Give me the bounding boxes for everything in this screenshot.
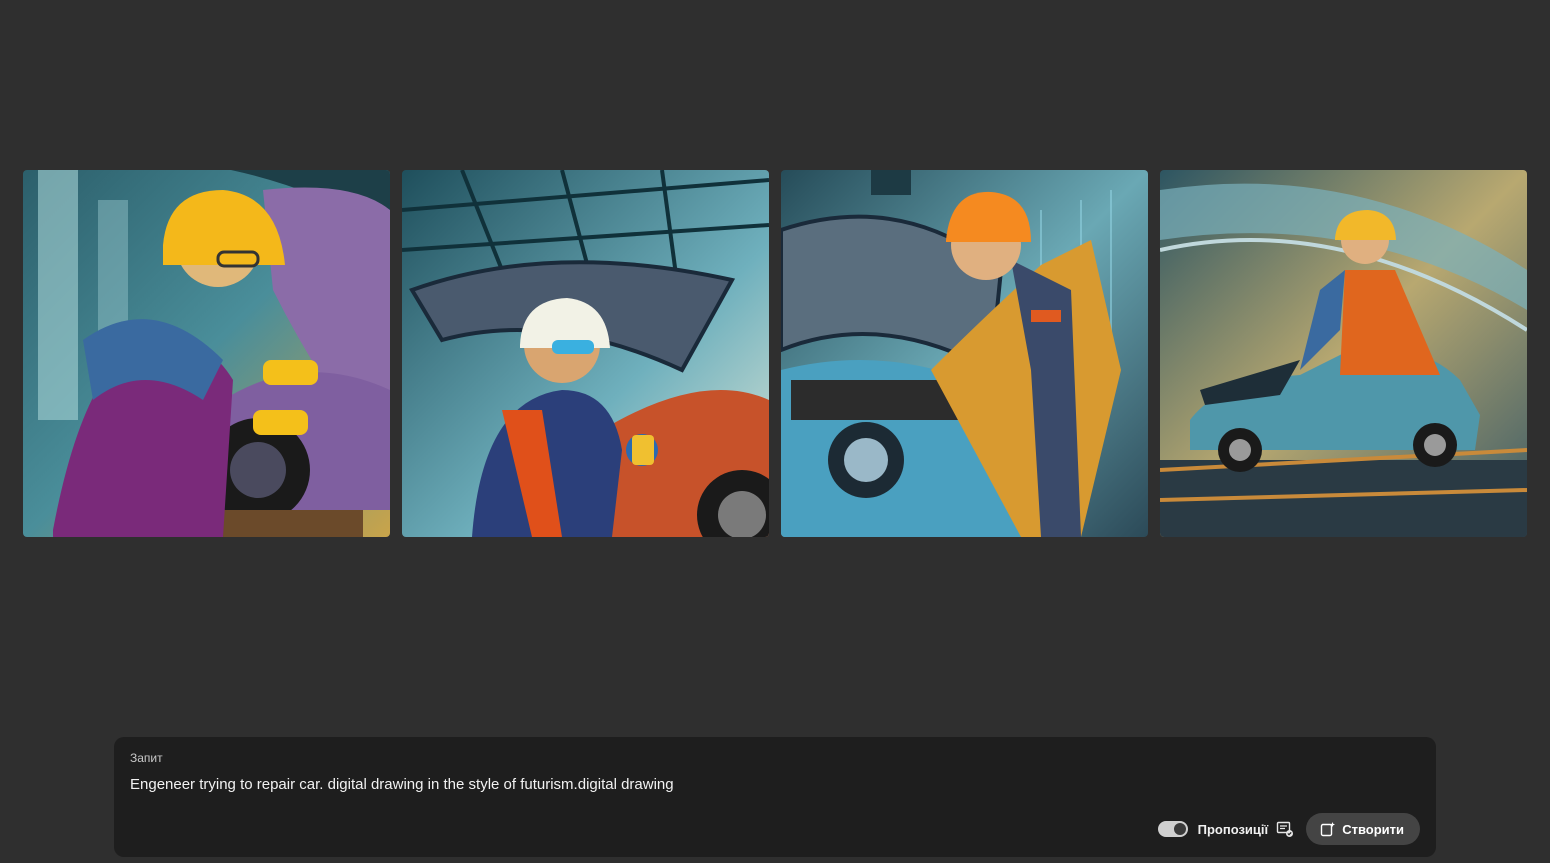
generated-image-1[interactable]	[23, 170, 390, 537]
toggle-knob	[1173, 823, 1186, 835]
prompt-controls: Пропозиції Створити	[1157, 813, 1420, 845]
generate-sparkle-icon	[1320, 822, 1336, 837]
app-page: Запит Engeneer trying to repair car. dig…	[0, 0, 1550, 863]
prompt-label: Запит	[130, 751, 163, 765]
prompt-panel: Запит Engeneer trying to repair car. dig…	[114, 737, 1436, 857]
generated-image-3[interactable]	[781, 170, 1148, 537]
prompt-input[interactable]: Engeneer trying to repair car. digital d…	[130, 776, 1330, 793]
image-gallery	[23, 170, 1527, 537]
generate-button-label: Створити	[1342, 821, 1404, 837]
generated-image-2[interactable]	[402, 170, 769, 537]
image-1-illustration	[23, 170, 390, 537]
suggestions-label: Пропозиції	[1197, 821, 1269, 837]
image-2-illustration	[402, 170, 769, 537]
suggestions-toggle[interactable]	[1157, 821, 1188, 837]
generate-button[interactable]: Створити	[1306, 813, 1420, 845]
suggestions-settings-icon[interactable]	[1276, 820, 1294, 838]
image-3-illustration	[781, 170, 1148, 537]
image-4-illustration	[1160, 170, 1527, 537]
generated-image-4[interactable]	[1160, 170, 1527, 537]
